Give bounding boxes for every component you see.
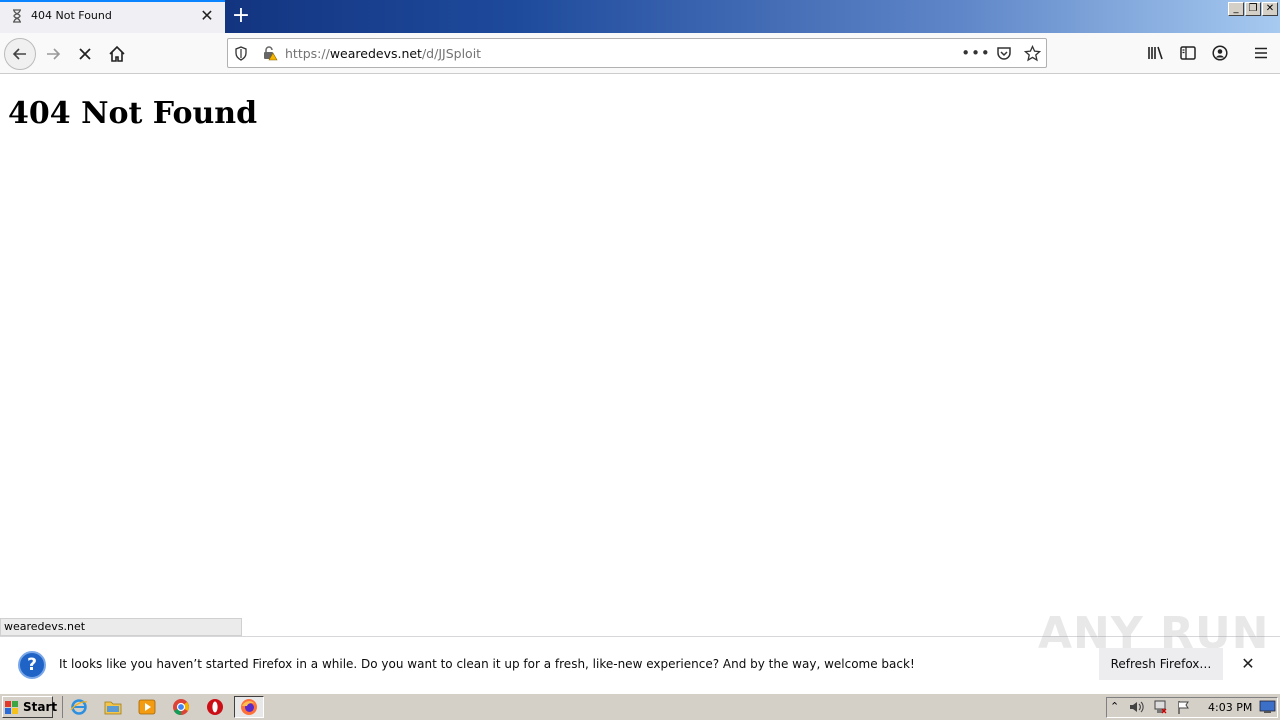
page-actions-icon[interactable]: •••: [961, 41, 990, 65]
home-button[interactable]: [101, 38, 133, 70]
home-icon: [109, 45, 125, 62]
stop-button[interactable]: [69, 38, 101, 70]
show-hidden-icons-icon[interactable]: ⌃: [1110, 700, 1119, 713]
question-icon: ?: [18, 651, 46, 679]
close-window-button[interactable]: ✕: [1262, 2, 1278, 16]
tracking-shield-icon[interactable]: [229, 41, 253, 65]
taskbar: [0, 693, 1280, 720]
chrome-icon[interactable]: [172, 698, 190, 716]
taskbar-divider: [62, 696, 63, 718]
hourglass-icon: [10, 9, 24, 23]
bookmark-star-icon[interactable]: [1020, 41, 1044, 65]
internet-explorer-icon[interactable]: [70, 698, 88, 716]
back-arrow-icon: [12, 48, 26, 60]
pocket-icon[interactable]: [992, 41, 1016, 65]
media-player-icon[interactable]: [138, 698, 156, 716]
tab-title: 404 Not Found: [31, 9, 112, 22]
action-center-flag-icon[interactable]: [1176, 699, 1192, 715]
tab-close-icon[interactable]: ✕: [198, 6, 216, 26]
notification-close-icon[interactable]: ✕: [1238, 654, 1258, 674]
page-heading: 404 Not Found: [8, 96, 258, 131]
network-icon[interactable]: [1152, 699, 1168, 715]
status-bar: wearedevs.net: [0, 618, 242, 636]
notification-message: It looks like you haven’t started Firefo…: [59, 657, 915, 671]
opera-icon[interactable]: [206, 698, 224, 716]
firefox-icon[interactable]: [240, 698, 258, 716]
account-icon[interactable]: [1208, 41, 1232, 65]
back-button[interactable]: [4, 38, 36, 70]
forward-arrow-icon: [47, 48, 61, 60]
forward-button[interactable]: [37, 38, 69, 70]
new-tab-button[interactable]: +: [230, 4, 252, 28]
insecure-lock-icon[interactable]: [258, 41, 282, 65]
url-text[interactable]: https://wearedevs.net/d/JJSploit: [285, 46, 481, 61]
menu-icon[interactable]: [1249, 41, 1273, 65]
show-desktop-icon[interactable]: [1259, 699, 1276, 713]
file-explorer-icon[interactable]: [104, 698, 122, 716]
stop-icon: [79, 48, 91, 60]
sidebar-icon[interactable]: [1176, 41, 1200, 65]
restore-button[interactable]: ❐: [1245, 2, 1261, 16]
minimize-button[interactable]: _: [1228, 2, 1244, 16]
windows-logo-icon: [5, 700, 19, 714]
refresh-firefox-button[interactable]: Refresh Firefox…: [1099, 648, 1223, 680]
volume-icon[interactable]: [1128, 699, 1144, 715]
taskbar-clock[interactable]: 4:03 PM: [1208, 701, 1252, 714]
library-icon[interactable]: [1144, 41, 1168, 65]
